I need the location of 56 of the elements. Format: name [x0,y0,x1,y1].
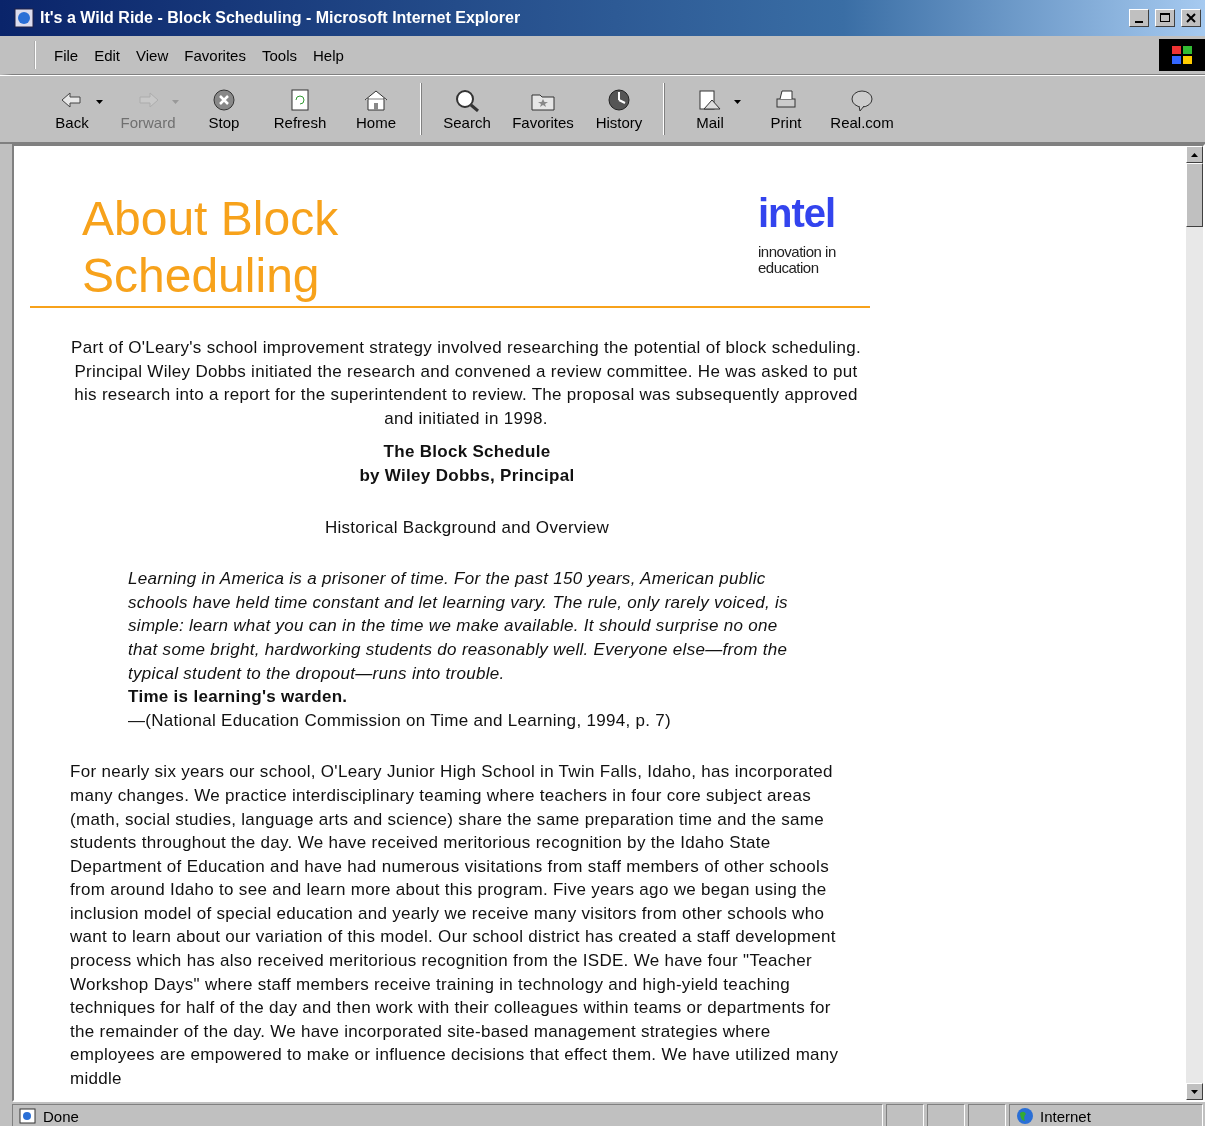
toolbar-button[interactable]: Mail [672,87,748,131]
page-heading: About Block Scheduling [82,191,340,304]
toolbar-icon [210,87,238,112]
menu-item[interactable]: Help [305,44,352,66]
globe-icon [1016,1107,1034,1125]
article-title: The Block Schedule [382,441,552,464]
toolbar-icon [605,87,633,112]
minimize-icon [1135,20,1143,23]
scroll-up-button[interactable] [1186,146,1203,163]
scroll-down-button[interactable] [1186,1083,1203,1100]
quote-emphasis: Time is learning's warden. [128,686,349,709]
section-heading: Historical Background and Overview [323,516,611,539]
minimize-button[interactable] [1129,9,1149,27]
quote-text: Learning in America is a prisoner of time. For the past 150 years, American public schools have held time constant and let learning vary. The rule, only rarely voiced, is simple: learn what you can in the time we make available. It should surprise no one that some bright, hardworking students do reasonably well. Everyone else—from the typical student to the dropout—runs into trouble. [128,568,789,685]
maximize-button[interactable] [1155,9,1175,27]
logo-wordmark: intel [758,190,836,236]
close-button[interactable] [1181,9,1201,27]
toolbar-button[interactable]: Home [338,83,421,135]
status-panel [927,1104,965,1126]
citation: —(National Education Commission on Time and Learning, 1994, p. 7) [128,709,672,732]
toolbar-button[interactable]: Refresh [262,87,338,131]
toolbar-button[interactable]: Stop [186,87,262,131]
menu-item[interactable]: Tools [253,44,305,66]
toolbar-button[interactable]: Print [748,87,824,131]
menu-item[interactable]: File [46,44,87,66]
scrollbar[interactable] [1186,146,1203,1100]
byline: by Wiley Dobbs, Principal [358,464,576,487]
toolbar-button[interactable]: Favorites [505,87,581,131]
close-icon [1186,13,1196,23]
toolbar-icon [848,87,876,112]
status-panel [886,1104,924,1126]
zone-text: Internet [1040,1107,1091,1125]
menu-item[interactable]: Favorites [176,44,254,66]
status-panel [968,1104,1006,1126]
toolbar-icon [453,87,481,112]
logo-tagline: innovation in education [758,244,837,276]
toolbar-button[interactable]: History [581,83,664,135]
up-arrow-icon [1191,152,1198,157]
dropdown-caret-icon[interactable] [96,100,103,105]
window-title: It's a Wild Ride - Block Scheduling - Microsoft Internet Explorer [40,9,522,27]
page-icon [19,1108,37,1124]
menu-item[interactable]: Edit [86,44,129,66]
maximize-icon [1160,13,1170,23]
body-paragraph: For nearly six years our school, O'Leary Junior High School in Twin Falls, Idaho, has incorporated many changes. We practice interdisciplinary teaming where teachers in four core subject areas (math, social studies, language arts and science) share the same preparation time and the same students throughout the day. We have received meritorious recognition by the Idaho State Department of Education and have had numerous visitations from staff members of other schools from around Idaho to see and learn more about this program. Five years ago we began using the inclusion model of special education and yearly we receive many visitors from other schools who want to learn about our variation of this model. Our school district has created a staff development process which has also received meritorious recognition from the ISDE. We have four "Teacher Workshop Days" where staff members receive training in technology and high-yield teaching techniques for half of the day and then work with their colleagues within teams or departments for the remainder of the day. We have incorporated site-based management strategies where employees are empowered to make or influence decisions that effect them. We have utilized many middle [70,761,840,1091]
toolbar-icon [696,87,724,112]
toolbar-button[interactable]: Back [34,87,110,131]
scroll-thumb[interactable] [1186,163,1203,227]
dropdown-caret-icon[interactable] [734,100,741,105]
down-arrow-icon [1191,1089,1198,1094]
toolbar-button[interactable]: Search [429,87,505,131]
browser-icon [14,8,34,28]
toolbar-button[interactable]: Real.com [824,87,900,131]
status-text: Done [43,1107,79,1125]
windows-logo-icon [1159,39,1205,71]
intro-paragraph: Part of O'Leary's school improvement strategy involved researching the potential of block scheduling. Principal Wiley Dobbs initiated the research and convened a review committee. He was asked to put his research into a report for the superintendent to review. The proposal was subsequently approved and initiated in 1998. [70,337,862,430]
menu-item[interactable]: View [128,44,177,66]
